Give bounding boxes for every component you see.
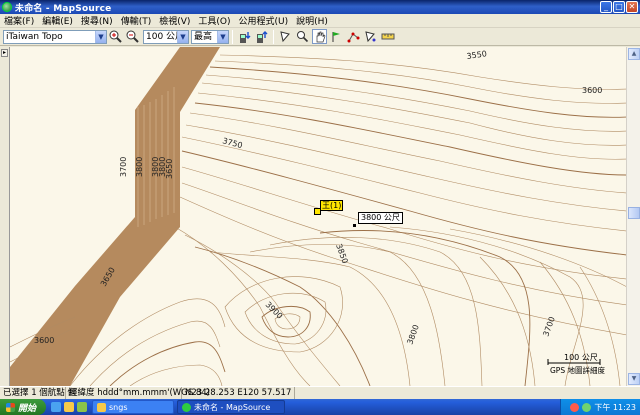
detail-level-select[interactable]: 最高 ▼	[191, 29, 229, 44]
menu-tools[interactable]: 工具(O)	[194, 14, 234, 27]
status-bar: 已選擇 1 個航點 個 經緯度 hddd°mm.mmm'(WGS 84) N23…	[0, 386, 640, 399]
contour-label: 3700	[541, 315, 556, 337]
scale-label: 100 公尺	[564, 353, 598, 362]
start-label: 開始	[18, 403, 37, 414]
scroll-thumb[interactable]	[628, 207, 640, 219]
scroll-down-icon[interactable]: ▼	[628, 373, 640, 385]
map-product-value: iTaiwan Topo	[6, 31, 63, 42]
task-sngs[interactable]: sngs	[92, 400, 175, 414]
contour-label: 3800	[158, 157, 167, 177]
menu-utilities[interactable]: 公用程式(U)	[235, 14, 293, 27]
task-label: 未命名 - MapSource	[194, 402, 271, 412]
vertical-scrollbar[interactable]: ▲ ▼	[626, 47, 640, 386]
security-icon[interactable]	[570, 402, 580, 412]
contour-label: 3900	[264, 300, 285, 321]
window-controls: _ □ ✕	[600, 1, 638, 13]
zoom-tool-icon[interactable]	[295, 29, 310, 44]
topo-map-svg: 3550 3600 3750 3800 3850 3900 3800 3700 …	[10, 47, 626, 386]
contour-label: 3850	[334, 243, 349, 265]
elevation-tooltip: 3800 公尺	[358, 212, 403, 224]
receive-from-device-icon[interactable]	[237, 29, 252, 44]
track-tool-icon[interactable]	[363, 29, 378, 44]
route-tool-icon[interactable]	[346, 29, 361, 44]
detail-level-value: 最高	[194, 31, 213, 42]
title-bar: 未命名 - MapSource _ □ ✕	[0, 0, 640, 14]
zoom-scale-select[interactable]: 100 公尺 ▼	[143, 29, 189, 44]
media-icon[interactable]	[77, 402, 88, 412]
chevron-down-icon[interactable]: ▼	[95, 30, 106, 43]
menu-transfer[interactable]: 傳輸(T)	[117, 14, 156, 27]
menu-bar: 檔案(F) 編輯(E) 搜尋(N) 傳輸(T) 檢視(V) 工具(O) 公用程式…	[0, 14, 640, 28]
cursor-point	[353, 224, 356, 227]
contour-label: 3600	[34, 336, 54, 345]
quick-launch	[51, 402, 88, 412]
windows-logo-icon	[6, 402, 15, 412]
chevron-down-icon[interactable]: ▼	[217, 30, 228, 43]
contour-label: 3700	[119, 157, 128, 177]
cursor-coordinates: N23 28.253 E120 57.517	[182, 387, 296, 399]
folder-icon	[97, 402, 107, 412]
contour-label: 3600	[582, 86, 602, 95]
contour-label: 3550	[466, 49, 487, 61]
left-splitter[interactable]: ▸	[0, 47, 9, 386]
select-tool-icon[interactable]	[278, 29, 293, 44]
menu-file[interactable]: 檔案(F)	[0, 14, 38, 27]
mapsource-app-icon	[182, 402, 192, 412]
browser-icon[interactable]	[51, 402, 62, 412]
toolbar: iTaiwan Topo ▼ 100 公尺 ▼ 最高 ▼	[0, 28, 640, 46]
window-title: 未命名 - MapSource	[15, 3, 112, 14]
close-button[interactable]: ✕	[626, 1, 638, 13]
menu-edit[interactable]: 編輯(E)	[38, 14, 77, 27]
start-button[interactable]: 開始	[0, 399, 47, 415]
mapsource-window: 未命名 - MapSource _ □ ✕ 檔案(F) 編輯(E) 搜尋(N) …	[0, 0, 640, 415]
menu-help[interactable]: 說明(H)	[292, 14, 332, 27]
expand-panel-icon[interactable]: ▸	[1, 49, 8, 57]
contour-label: 3800	[405, 323, 420, 345]
map-canvas[interactable]: 3550 3600 3750 3800 3850 3900 3800 3700 …	[9, 47, 626, 386]
map-product-select[interactable]: iTaiwan Topo ▼	[3, 29, 107, 44]
zoom-out-icon[interactable]	[125, 29, 140, 44]
system-tray: 下午 11:23	[560, 399, 640, 415]
menu-view[interactable]: 檢視(V)	[155, 14, 194, 27]
maximize-button[interactable]: □	[613, 1, 625, 13]
menu-find[interactable]: 搜尋(N)	[77, 14, 117, 27]
coordinate-format: 經緯度 hddd°mm.mmm'(WGS 84)	[66, 387, 210, 399]
task-mapsource[interactable]: 未命名 - MapSource	[177, 400, 286, 414]
zoom-in-icon[interactable]	[108, 29, 123, 44]
network-icon[interactable]	[582, 402, 592, 412]
measure-tool-icon[interactable]	[380, 29, 395, 44]
waypoint-tool-icon[interactable]	[329, 29, 344, 44]
map-area: ▸ 3550 3600 3750 3800 3850 3900 3800 370…	[0, 47, 640, 386]
contour-lines	[10, 54, 626, 386]
toolbar-separator	[273, 29, 274, 44]
clock[interactable]: 下午 11:23	[594, 402, 636, 413]
selection-status: 已選擇 1 個航點 個	[0, 387, 76, 399]
scroll-up-icon[interactable]: ▲	[628, 48, 640, 60]
hand-pan-tool-icon[interactable]	[312, 29, 327, 44]
chevron-down-icon[interactable]: ▼	[177, 30, 188, 43]
folder-icon[interactable]	[64, 402, 75, 412]
contour-label: 3800	[135, 157, 144, 177]
task-label: sngs	[109, 402, 128, 412]
waypoint-label[interactable]: 王(1)	[320, 200, 344, 211]
minimize-button[interactable]: _	[600, 1, 612, 13]
toolbar-separator	[232, 29, 233, 44]
scale-caption: GPS 地圖詳細度	[550, 366, 605, 375]
taskbar: 開始 sngs 未命名 - MapSource 下午 11:23	[0, 399, 640, 415]
send-to-device-icon[interactable]	[254, 29, 269, 44]
mapsource-app-icon	[2, 2, 12, 12]
